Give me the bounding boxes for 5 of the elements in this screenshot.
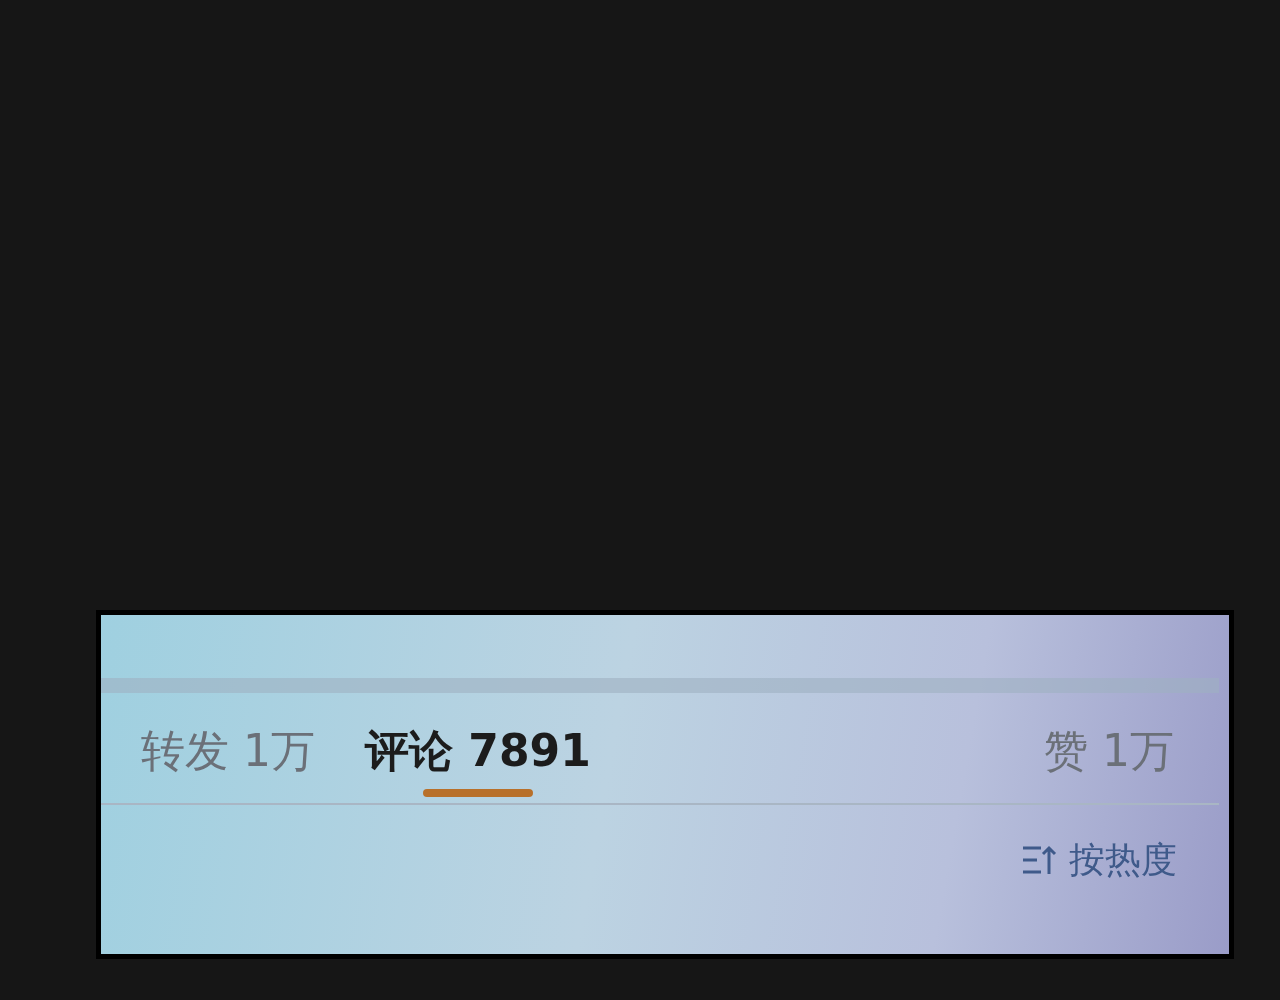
sort-icon [1021,844,1057,876]
tab[interactable]: 评论 7891 [365,721,591,797]
sort-button[interactable]: 按热度 [1021,833,1177,887]
tab[interactable]: 赞 1万 [1044,721,1174,797]
tab[interactable]: 转发 1万 [141,721,315,797]
